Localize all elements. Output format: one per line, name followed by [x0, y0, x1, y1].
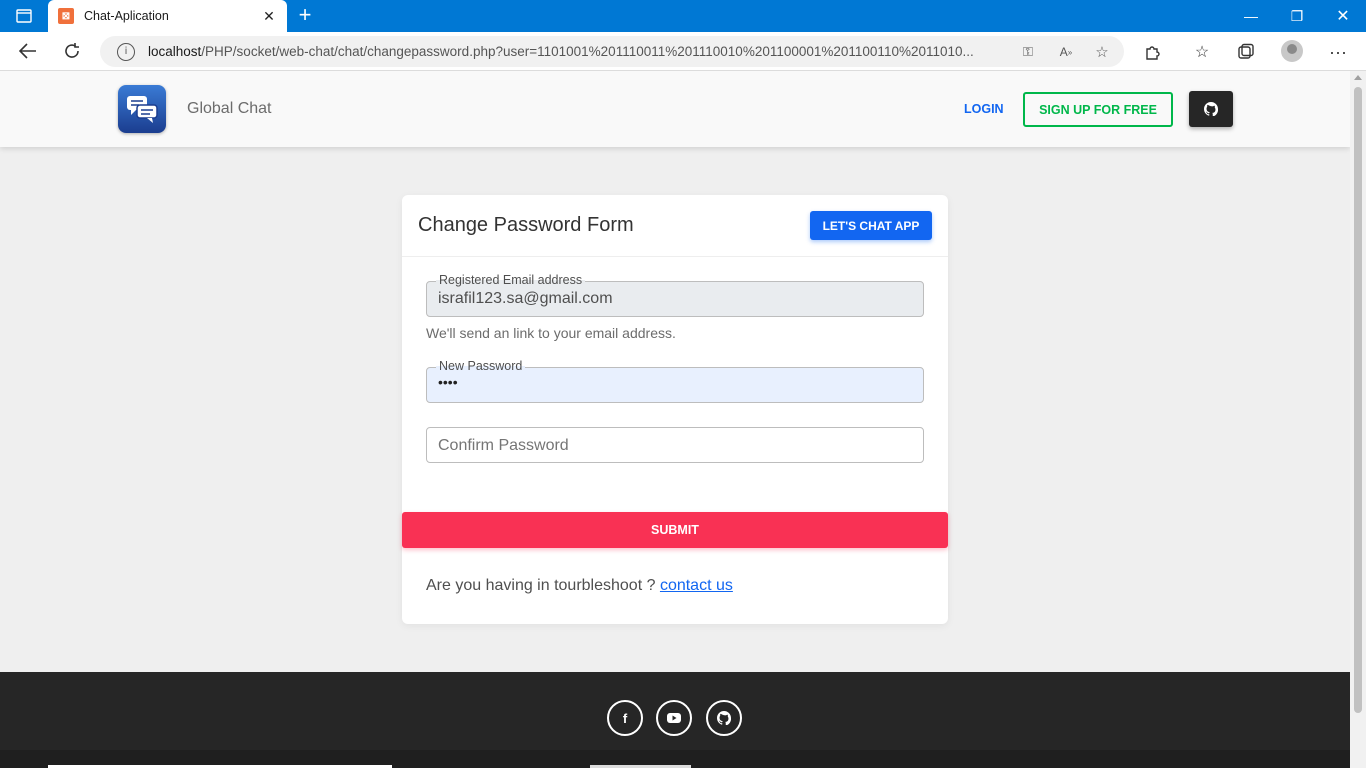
form-title: Change Password Form	[418, 214, 634, 236]
refresh-icon	[65, 43, 79, 58]
lets-chat-button[interactable]: LET'S CHAT APP	[810, 211, 932, 240]
troubleshoot-question: Are you having in tourbleshoot ?	[426, 577, 660, 594]
address-bar: i localhost/PHP/socket/web-chat/chat/cha…	[0, 32, 1366, 71]
tab-close-icon[interactable]: ✕	[257, 4, 281, 28]
login-link[interactable]: LOGIN	[964, 102, 1004, 116]
tab-actions-icon	[16, 9, 32, 23]
scroll-up-icon[interactable]	[1354, 75, 1362, 80]
more-menu-button[interactable]: ···	[1324, 38, 1352, 66]
facebook-icon: f	[622, 710, 628, 726]
change-password-card: Change Password Form LET'S CHAT APP Regi…	[402, 195, 948, 624]
github-icon	[1204, 102, 1218, 116]
puzzle-icon	[1146, 46, 1160, 60]
site-navbar: Global Chat LOGIN SIGN UP FOR FREE	[0, 71, 1350, 147]
contact-us-link[interactable]: contact us	[660, 577, 733, 594]
footer-github-button[interactable]	[706, 700, 742, 736]
favorites-star-icon: ☆	[1194, 44, 1210, 61]
email-label: Registered Email address	[436, 273, 586, 287]
github-icon	[717, 711, 731, 725]
profile-avatar[interactable]	[1281, 40, 1303, 62]
facebook-button[interactable]: f	[607, 700, 643, 736]
new-password-value: ••••	[438, 374, 458, 390]
submit-button[interactable]: SUBMIT	[402, 512, 948, 548]
email-helper-text: We'll send an link to your email address…	[426, 325, 676, 341]
new-password-field[interactable]: New Password ••••	[426, 359, 924, 403]
scroll-thumb[interactable]	[1354, 87, 1362, 713]
chat-logo-icon[interactable]	[118, 85, 166, 133]
new-password-label: New Password	[436, 359, 526, 373]
collections-icon	[1238, 43, 1254, 59]
close-window-button[interactable]: ✕	[1320, 0, 1366, 32]
refresh-button[interactable]	[56, 36, 88, 66]
favorites-button[interactable]: ☆	[1188, 38, 1216, 66]
youtube-button[interactable]	[656, 700, 692, 736]
add-favorite-icon[interactable]: ☆	[1092, 42, 1112, 62]
key-icon[interactable]: ⚿	[1018, 42, 1038, 62]
card-header: Change Password Form LET'S CHAT APP	[402, 195, 948, 257]
site-footer: f	[0, 672, 1350, 768]
page-scrollbar[interactable]	[1350, 71, 1366, 768]
youtube-icon	[667, 713, 681, 723]
url-text: localhost/PHP/socket/web-chat/chat/chang…	[148, 44, 974, 59]
brand-name[interactable]: Global Chat	[187, 100, 272, 118]
url-field[interactable]: i localhost/PHP/socket/web-chat/chat/cha…	[100, 36, 1124, 67]
extensions-button[interactable]	[1139, 38, 1167, 66]
signup-button[interactable]: SIGN UP FOR FREE	[1023, 92, 1173, 127]
tab-actions-button[interactable]	[8, 6, 40, 26]
confirm-password-placeholder: Confirm Password	[438, 437, 569, 454]
back-arrow-icon	[19, 43, 36, 59]
tab-title: Chat-Aplication	[84, 9, 169, 23]
browser-tab[interactable]: ⊠ Chat-Aplication ✕	[48, 0, 287, 32]
page-viewport: Global Chat LOGIN SIGN UP FOR FREE Chang…	[0, 71, 1350, 768]
browser-titlebar: ⊠ Chat-Aplication ✕ + — ❐ ✕	[0, 0, 1366, 32]
minimize-button[interactable]: —	[1228, 0, 1274, 32]
confirm-password-field[interactable]: Confirm Password	[426, 427, 924, 463]
xampp-favicon-icon: ⊠	[58, 8, 74, 24]
collections-button[interactable]	[1232, 38, 1260, 66]
read-aloud-icon[interactable]: A»	[1056, 42, 1076, 62]
new-tab-button[interactable]: +	[293, 4, 317, 28]
github-button[interactable]	[1189, 91, 1233, 127]
email-field: Registered Email address israfil123.sa@g…	[426, 273, 924, 317]
site-info-icon[interactable]: i	[117, 42, 135, 61]
troubleshoot-text: Are you having in tourbleshoot ? contact…	[426, 577, 733, 595]
email-value: israfil123.sa@gmail.com	[438, 290, 613, 307]
back-button[interactable]	[12, 36, 44, 66]
restore-button[interactable]: ❐	[1274, 0, 1320, 32]
